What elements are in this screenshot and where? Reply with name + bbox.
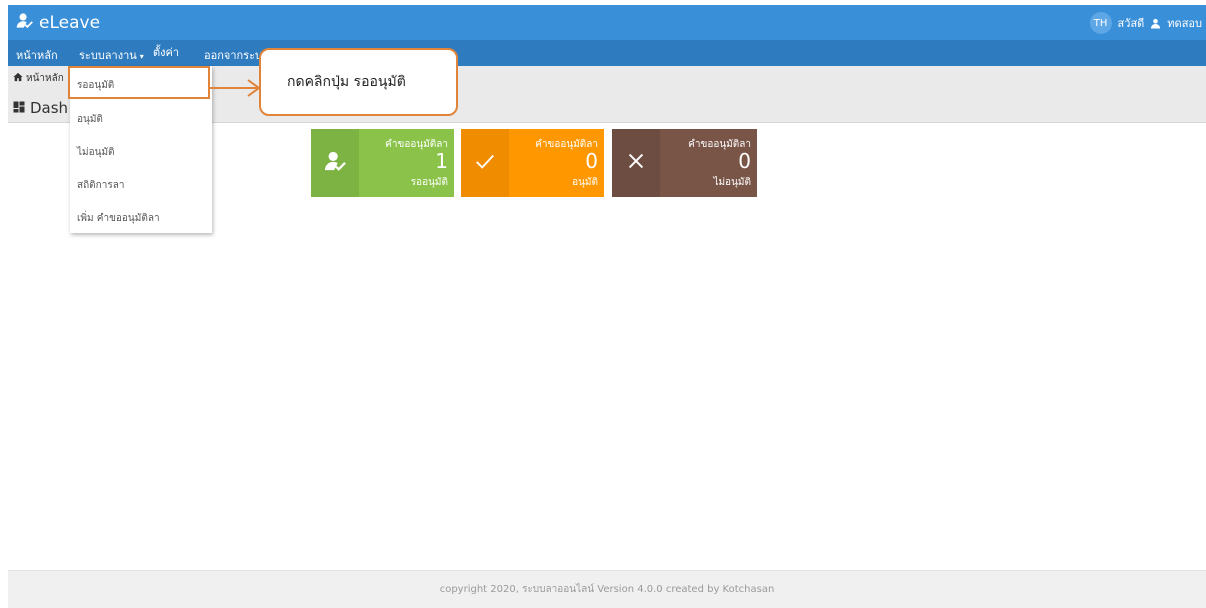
- menu-item-home[interactable]: หน้าหลัก: [16, 46, 58, 64]
- page-title: Dash: [13, 99, 68, 117]
- user-name[interactable]: ทดสอบ: [1167, 14, 1202, 32]
- card-approved-count: 0: [585, 149, 598, 173]
- page: eLeave TH สวัสดี ทดสอบ หน้าหลัก ระบบลางา…: [8, 5, 1206, 608]
- person-icon: [1150, 18, 1161, 29]
- card-pending-icon-box: [311, 129, 359, 197]
- top-bar: eLeave TH สวัสดี ทดสอบ: [8, 5, 1206, 40]
- callout-box: กดคลิกปุ่ม รออนุมัติ: [259, 48, 458, 116]
- card-approved[interactable]: คำขออนุมัติลา 0 อนุมัติ: [461, 129, 604, 197]
- footer: copyright 2020, ระบบลาออนไลน์ Version 4.…: [8, 570, 1206, 608]
- close-icon: [625, 150, 647, 176]
- home-icon: [13, 72, 23, 85]
- dropdown-item-statistics[interactable]: สถิติการลา: [77, 178, 124, 193]
- menu-item-leave-system-label: ระบบลางาน: [79, 49, 137, 62]
- card-rejected-label: ไม่อนุมัติ: [713, 177, 751, 188]
- card-approved-label: อนุมัติ: [572, 177, 598, 188]
- dashboard-icon: [13, 99, 25, 117]
- card-pending-count: 1: [435, 149, 448, 173]
- callout-text: กดคลิกปุ่ม รออนุมัติ: [287, 74, 406, 90]
- user-check-icon: [324, 150, 346, 176]
- caret-down-icon: ▾: [139, 52, 144, 61]
- card-rejected[interactable]: คำขออนุมัติลา 0 ไม่อนุมัติ: [612, 129, 757, 197]
- leave-system-dropdown: รออนุมัติ อนุมัติ ไม่อนุมัติ สถิติการลา …: [70, 66, 212, 233]
- breadcrumb-home: หน้าหลัก: [26, 73, 64, 84]
- dropdown-item-pending[interactable]: รออนุมัติ: [77, 78, 114, 93]
- user-check-icon: [16, 12, 33, 34]
- dropdown-item-rejected[interactable]: ไม่อนุมัติ: [77, 145, 115, 160]
- card-pending-label: รออนุมัติ: [410, 177, 448, 188]
- dropdown-item-approved[interactable]: อนุมัติ: [77, 112, 103, 127]
- check-icon: [474, 150, 496, 176]
- card-approved-icon-box: [461, 129, 509, 197]
- user-area: TH สวัสดี ทดสอบ: [1089, 12, 1202, 34]
- language-switch[interactable]: TH: [1089, 12, 1112, 34]
- brand-name: eLeave: [39, 13, 101, 33]
- brand[interactable]: eLeave: [16, 11, 100, 35]
- callout-arrow: [210, 79, 261, 97]
- greeting-text: สวัสดี: [1117, 17, 1145, 30]
- page-title-text: Dash: [30, 99, 69, 117]
- menu-bar: หน้าหลัก ระบบลางาน ▾ ตั้งค่า ออกจากระบบ: [8, 40, 1206, 66]
- card-rejected-count: 0: [738, 149, 751, 173]
- card-rejected-icon-box: [612, 129, 660, 197]
- card-pending[interactable]: คำขออนุมัติลา 1 รออนุมัติ: [311, 129, 454, 197]
- menu-item-leave-system[interactable]: ระบบลางาน ▾: [79, 46, 144, 64]
- breadcrumb[interactable]: หน้าหลัก: [13, 71, 64, 86]
- menu-item-settings[interactable]: ตั้งค่า: [153, 43, 179, 61]
- dropdown-item-new-request[interactable]: เพิ่ม คำขออนุมัติลา: [77, 211, 160, 226]
